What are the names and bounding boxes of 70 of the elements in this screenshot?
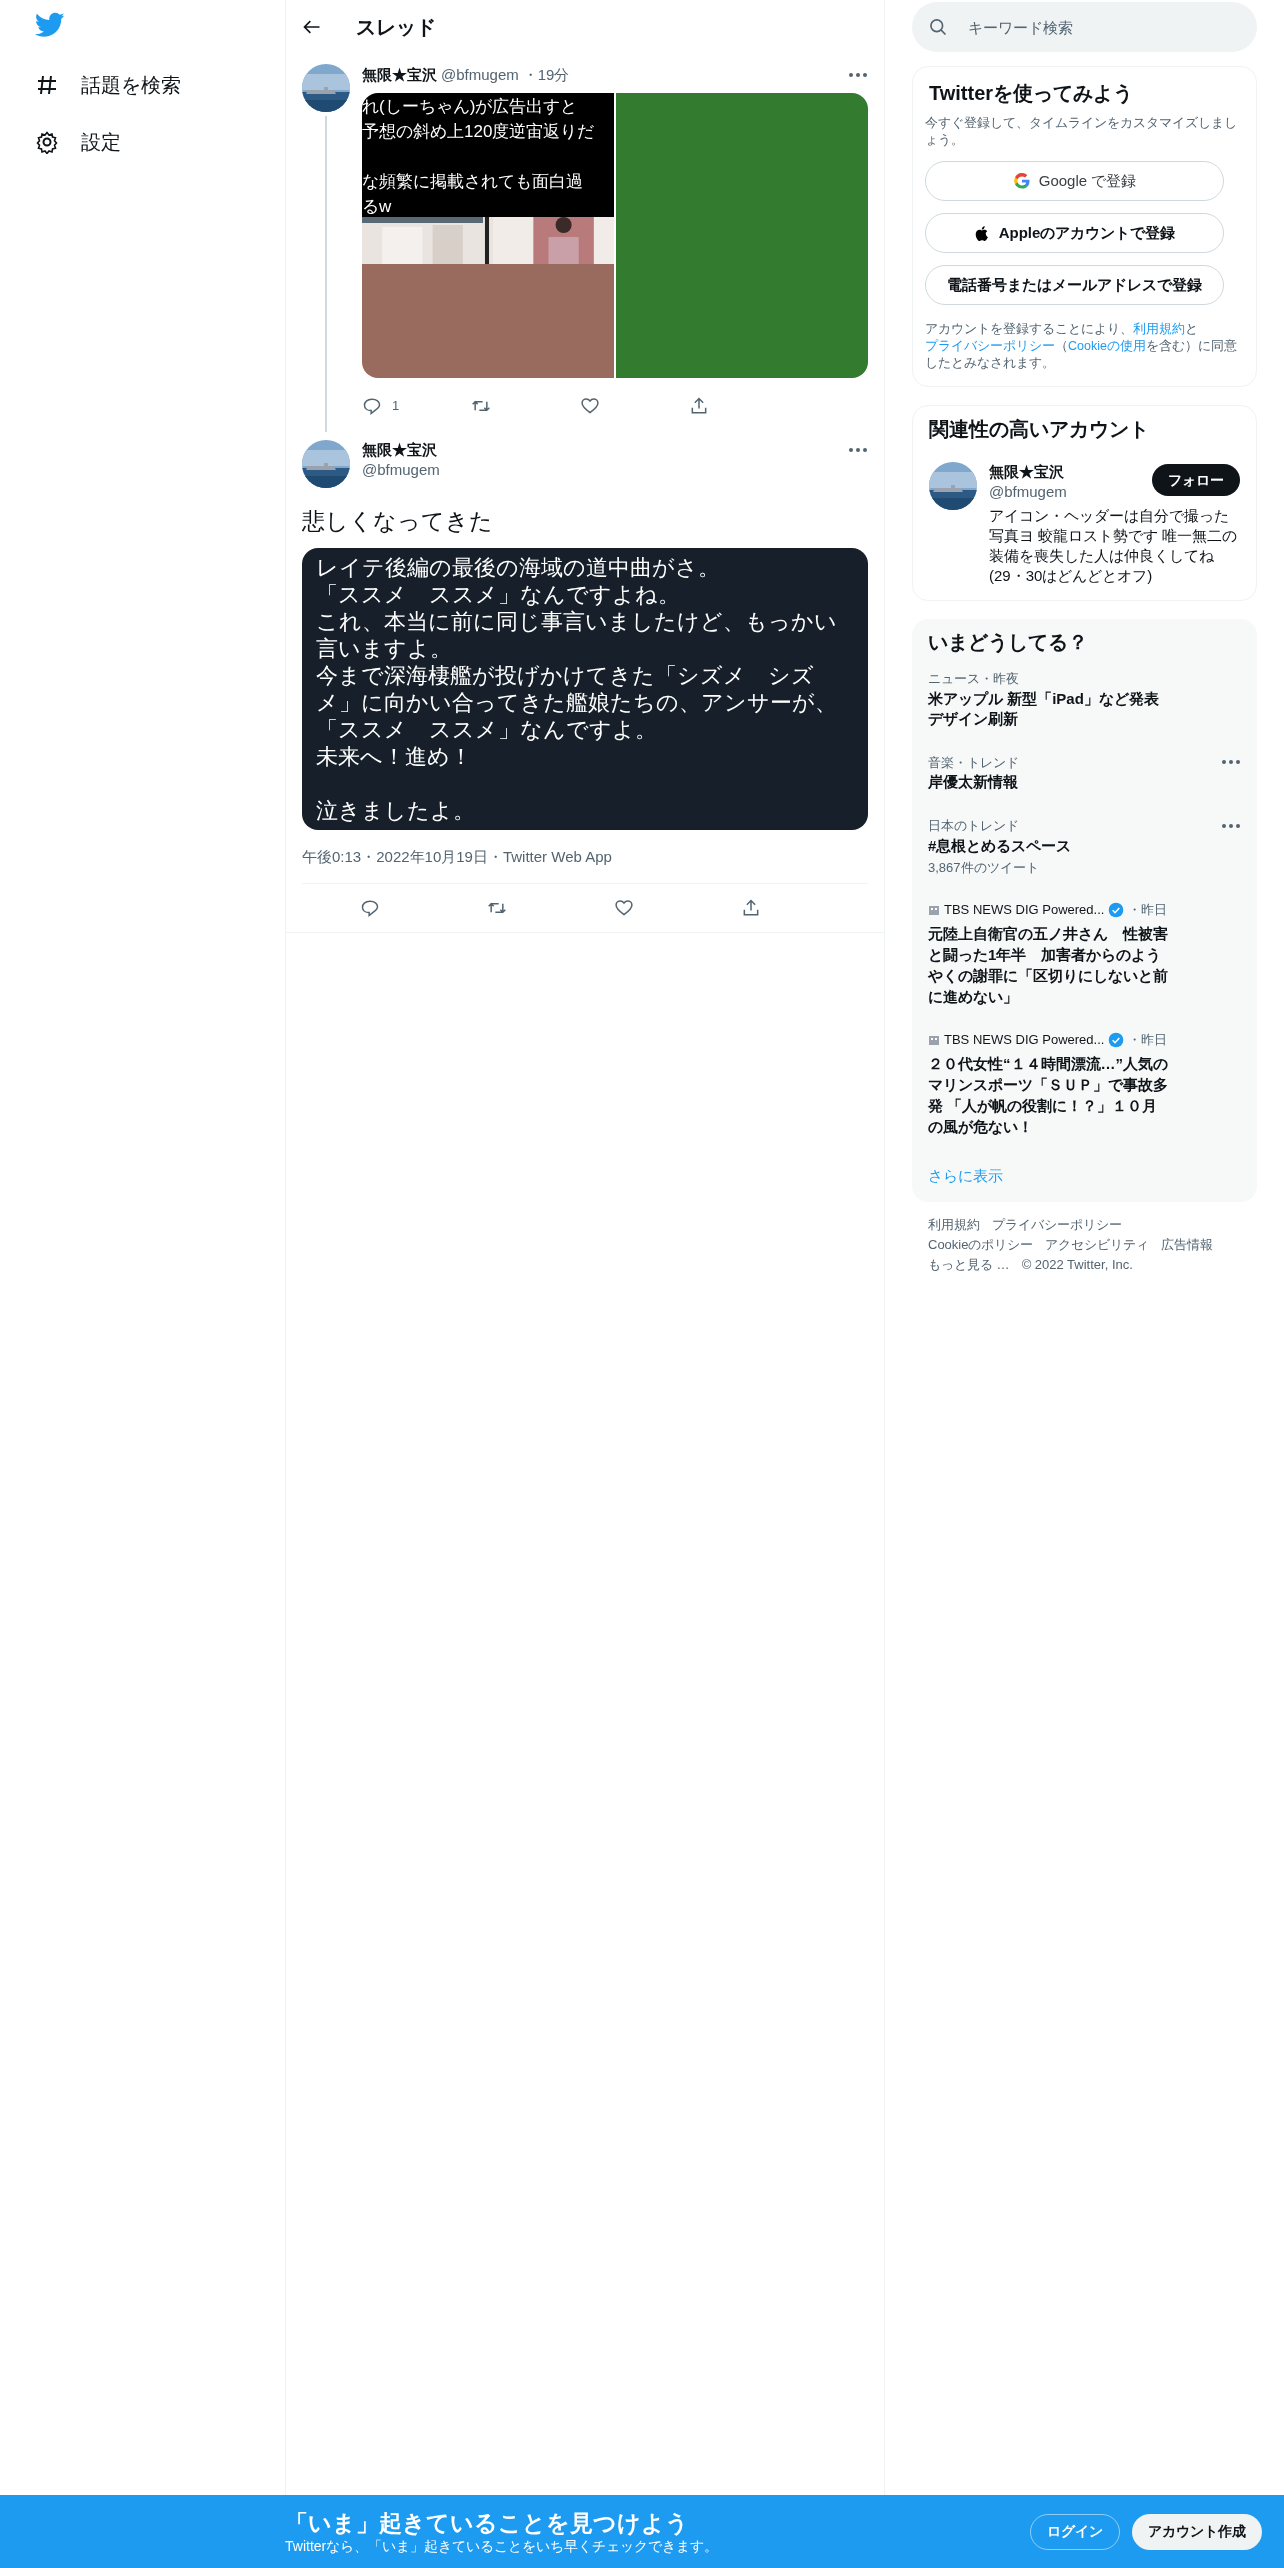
bird-logo-icon[interactable] <box>35 12 65 38</box>
action-button[interactable]: 1 <box>362 396 471 416</box>
trend-item[interactable]: TBS NEWS DIG Powered... ・昨日 元陸上自衛官の五ノ井さん 性被害と闘った1年半 加害者からのようやくの謝罪に「区切りにしないと前に進めない」 <box>912 889 1257 1019</box>
heart-icon <box>580 396 600 416</box>
share-icon <box>689 396 709 416</box>
verified-icon <box>1108 902 1125 918</box>
tweet-timestamp: 午後0:13・2022年10月19日・Twitter Web App <box>302 847 612 867</box>
search-field[interactable]: キーワード検索 <box>912 2 1257 52</box>
footer-link[interactable]: もっと見る … <box>928 1255 1010 1274</box>
image-text: 今まで深海棲艦が投げかけてきた「シズメ シズメ」に向かい合ってきた艦娘たちの、アンサーが、「ススメ ススメ」なんですよ。 <box>316 662 838 743</box>
reply-icon <box>362 396 382 416</box>
footer-link[interactable]: 広告情報 <box>1161 1235 1214 1254</box>
user-bio: アイコン・ヘッダーは自分で撮った写真ヨ 蛟龍ロスト勢です 唯一無二の装備を喪失した人は仲良くしてね (29・30はどんどとオフ) <box>989 506 1239 586</box>
image-text: 未来へ！進め！ <box>316 743 473 770</box>
image-text: これ、本当に前に同じ事言いましたけど、もっかい言いますよ。 <box>316 608 838 662</box>
reply-icon <box>360 898 380 918</box>
banner-subtitle: Twitterなら、「いま」起きていることをいち早くチェックできます。 <box>285 2536 719 2555</box>
google-logo-icon <box>1012 172 1031 190</box>
trend-item[interactable]: TBS NEWS DIG Powered... ・昨日 ２０代女性“１４時間漂流…”人気のマリンスポーツ「ＳＵＰ」で事故多発 「人が帆の役割に！？」１０月の風が危ない！ <box>912 1019 1257 1149</box>
footer-link[interactable]: プライバシーポリシー <box>992 1215 1122 1234</box>
search-icon <box>928 17 948 37</box>
image-tile[interactable] <box>616 93 868 378</box>
tweet-time[interactable]: ・19分 <box>522 63 570 87</box>
nav-item[interactable]: 話題を検索 <box>35 56 285 113</box>
trend-item[interactable]: ニュース・昨夜 米アップル 新型「iPad」など発表デザイン刷新 <box>912 657 1257 741</box>
follow-button[interactable]: フォロー <box>1152 464 1240 496</box>
image-text: れ(しーちゃん)が広告出すと <box>362 96 578 118</box>
legal-text: アカウントを登録することにより、利用規約 と プライバシーポリシー（Cookieの使用を含む）に同意したとみなされます。 <box>925 321 1238 372</box>
signup-button[interactable]: Google で登録 <box>925 161 1224 201</box>
tweet-text: 悲しくなってきた <box>301 507 494 536</box>
signup-button[interactable]: 電話番号またはメールアドレスで登録 <box>925 265 1224 305</box>
nav-item[interactable]: 設定 <box>35 113 285 170</box>
share-icon <box>741 898 761 918</box>
image-text: 「ススメ ススメ」なんですよね。 <box>316 581 681 608</box>
footer-link[interactable]: Cookieのポリシー <box>928 1235 1034 1254</box>
signup-button[interactable]: アカウント作成 <box>1132 2513 1262 2550</box>
user-handle[interactable]: @bfmugem <box>441 63 519 87</box>
image-text: レイテ後編の最後の海域の道中曲がさ。 <box>316 554 721 581</box>
heart-icon <box>614 898 634 918</box>
more-icon[interactable] <box>848 447 868 453</box>
more-icon[interactable] <box>848 72 868 78</box>
verified-icon <box>1108 1032 1125 1048</box>
trend-item[interactable]: 音楽・トレンド 岸優太新情報 <box>912 740 1257 804</box>
signup-button[interactable]: Appleのアカウントで登録 <box>925 213 1224 253</box>
footer-link[interactable]: 利用規約 <box>928 1215 980 1234</box>
card-subtitle: 今すぐ登録して、タイムラインをカスタマイズしましょう。 <box>925 115 1238 149</box>
news-icon <box>928 1034 940 1046</box>
image-text: 予想の斜め上120度逆宙返りだ <box>362 121 595 143</box>
user-handle[interactable]: @bfmugem <box>989 482 1067 502</box>
more-icon[interactable] <box>1221 759 1241 766</box>
image-text: な頻繁に掲載されても面白過 <box>362 171 583 193</box>
apple-logo-icon <box>973 224 991 242</box>
user-name[interactable]: 無限★宝沢 <box>989 462 1064 482</box>
footer-link[interactable]: © 2022 Twitter, Inc. <box>1021 1255 1133 1274</box>
footer-link[interactable]: アクセシビリティ <box>1045 1235 1150 1254</box>
card-title: 関連性の高いアカウント <box>929 417 1150 442</box>
image-tile[interactable] <box>362 264 614 378</box>
settings-icon <box>35 129 59 154</box>
image-text: るw <box>362 196 392 218</box>
user-name[interactable]: 無限★宝沢 <box>362 63 437 87</box>
user-name[interactable]: 無限★宝沢 <box>362 440 437 460</box>
page-title: スレッド <box>356 15 436 40</box>
card-title: いまどうしてる？ <box>927 630 1089 655</box>
image-text: 泣きましたよ。 <box>316 797 476 824</box>
news-icon <box>928 904 940 916</box>
user-handle[interactable]: @bfmugem <box>362 460 440 480</box>
more-icon[interactable] <box>1221 822 1241 829</box>
card-title: Twitterを使ってみよう <box>928 81 1135 106</box>
banner-title: 「いま」起きていることを見つけよう <box>285 2508 689 2537</box>
trend-item[interactable]: 日本のトレンド #息根とめるスペース 3,867件のツイート <box>912 804 1257 889</box>
